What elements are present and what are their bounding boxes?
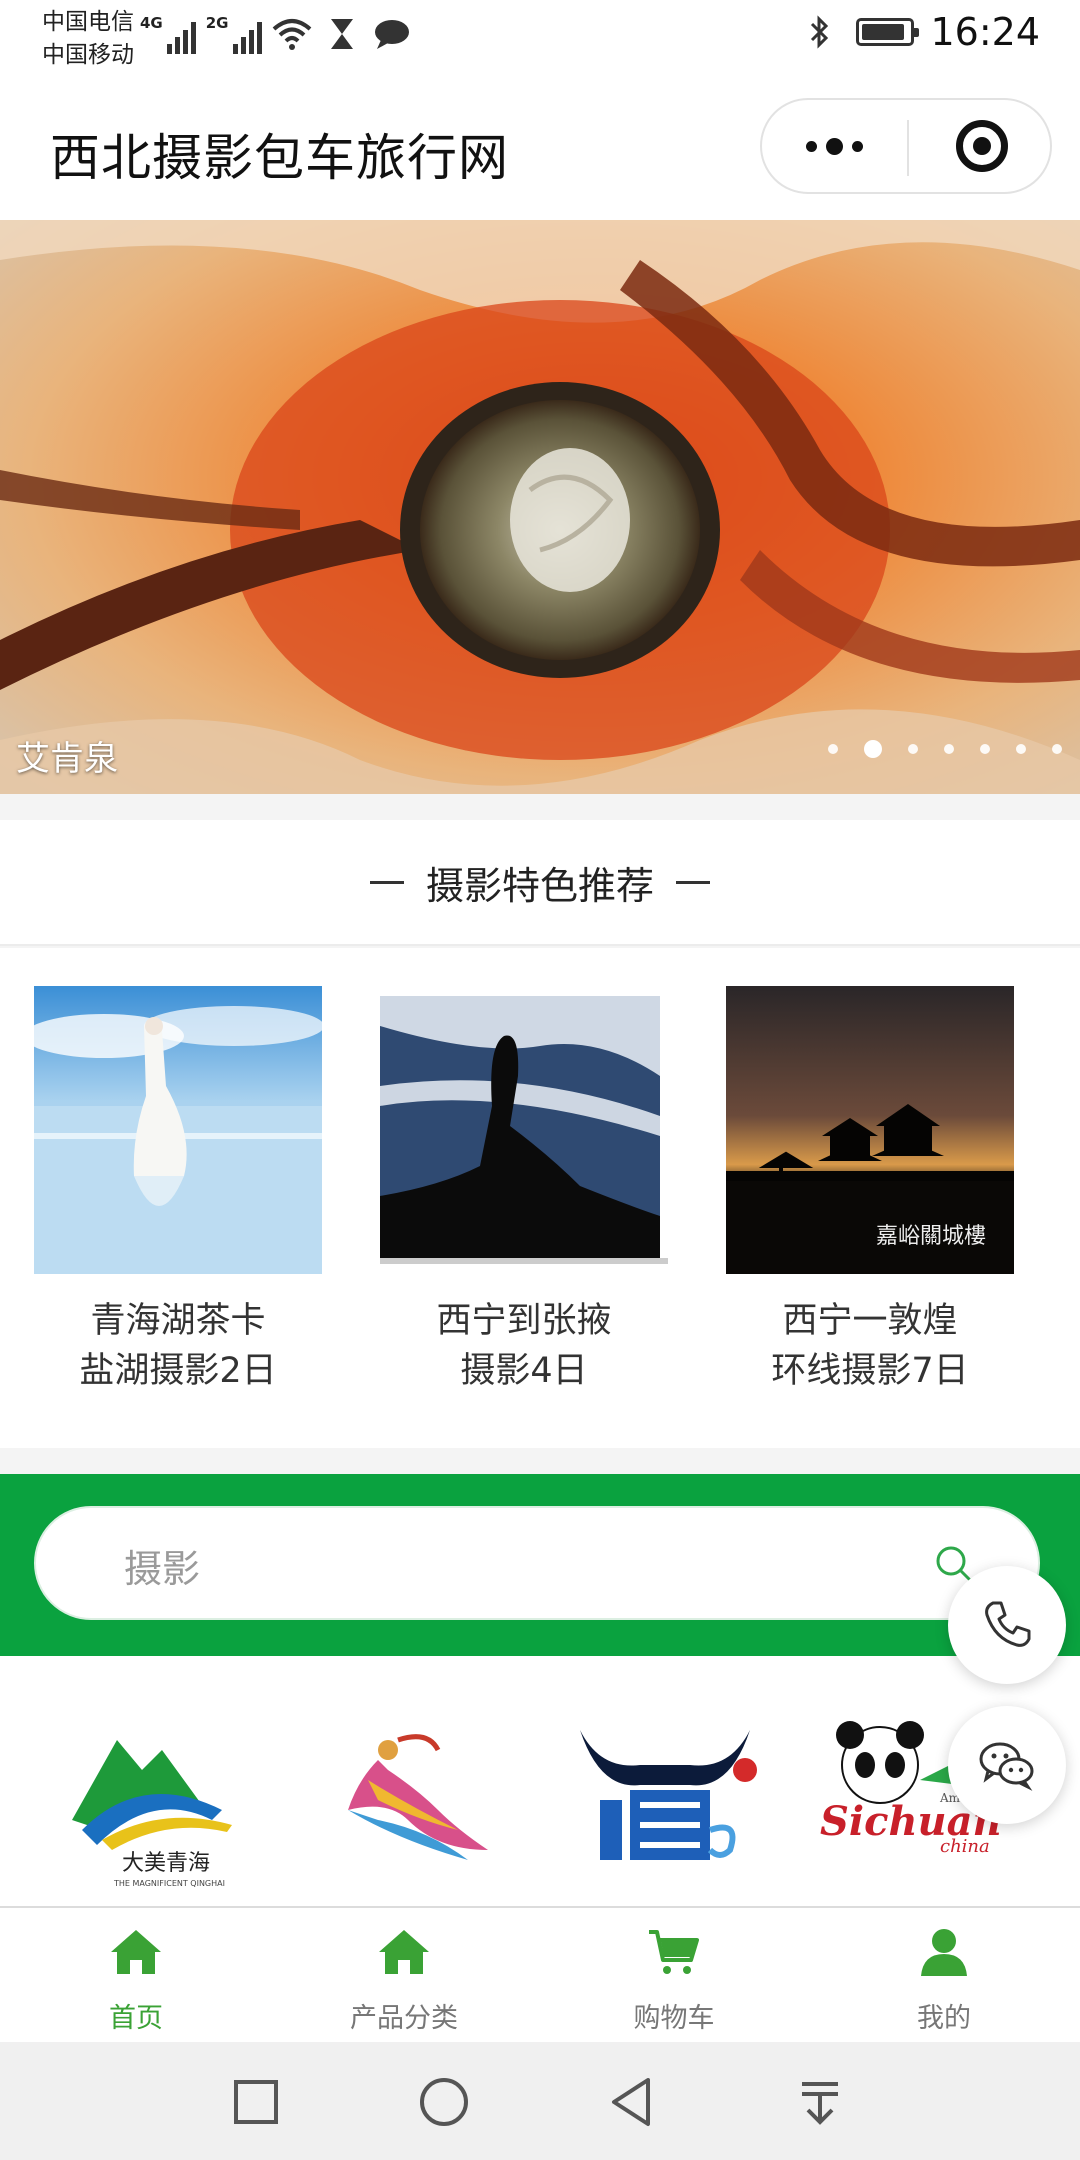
navigation-bar: 西北摄影包车旅行网 xyxy=(0,80,1080,220)
header-dash-left xyxy=(369,880,404,884)
more-dots-icon xyxy=(806,140,817,152)
carrier-1: 中国电信 xyxy=(42,9,134,35)
app-screen: 中国电信 中国移动 4G 2G 16:24 西北摄影包车旅行网 艾肯泉 摄影特色… xyxy=(0,0,1080,2160)
phone-call-button[interactable] xyxy=(948,1566,1066,1684)
page-title: 西北摄影包车旅行网 xyxy=(50,129,509,187)
tibet-logo[interactable] xyxy=(570,1710,760,1890)
logo-text-qinghai: 大美青海 xyxy=(122,1851,210,1876)
close-button[interactable] xyxy=(909,100,1054,192)
dunhuang-logo[interactable] xyxy=(318,1710,508,1890)
user-icon xyxy=(921,1929,967,1976)
wechat-icon xyxy=(979,1742,1034,1791)
tab-bar: 首页 产品分类 购物车 我的 xyxy=(0,1906,1080,2042)
signal-group: 4G 2G xyxy=(140,14,412,54)
product-name: 青海湖茶卡 盐湖摄影2日 xyxy=(34,1296,322,1396)
system-navigation-bar xyxy=(0,2042,1080,2160)
carousel-dot-active xyxy=(864,740,882,758)
banner-carousel[interactable]: 艾肯泉 xyxy=(0,220,1080,794)
tab-home[interactable]: 首页 xyxy=(36,1926,236,2035)
product-card[interactable]: 青海湖茶卡 盐湖摄影2日 xyxy=(34,986,322,1396)
carousel-dot xyxy=(908,744,918,754)
product-name: 西宁一敦煌 环线摄影7日 xyxy=(726,1296,1014,1396)
phone-icon xyxy=(985,1601,1031,1647)
carousel-dot xyxy=(980,744,990,754)
product-name-line1: 西宁到张掖 xyxy=(436,1301,612,1341)
tab-cart[interactable]: 购物车 xyxy=(574,1926,774,2035)
signal-bars-1-icon xyxy=(166,20,196,54)
carrier-info: 中国电信 中国移动 xyxy=(42,6,134,72)
product-image xyxy=(380,986,668,1274)
product-name: 西宁到张掖 摄影4日 xyxy=(380,1296,668,1396)
tab-profile[interactable]: 我的 xyxy=(844,1926,1044,2035)
tab-label: 我的 xyxy=(917,2003,971,2034)
product-card[interactable]: 嘉峪關城樓 西宁一敦煌 环线摄影7日 xyxy=(726,986,1014,1396)
carrier-2: 中国移动 xyxy=(42,42,134,68)
product-name-line1: 西宁一敦煌 xyxy=(782,1301,958,1341)
notification-pulldown-icon[interactable] xyxy=(792,2074,848,2130)
network-type-2: 2G xyxy=(205,14,229,32)
network-type-1: 4G xyxy=(140,14,163,32)
product-name-line1: 青海湖茶卡 xyxy=(90,1301,266,1341)
logo-text-qinghai-en: THE MAGNIFICENT QINGHAI xyxy=(113,1879,225,1888)
signal-bars-2-icon xyxy=(232,20,262,54)
product-name-line2: 环线摄影7日 xyxy=(771,1351,969,1391)
miniprogram-capsule xyxy=(760,98,1052,194)
carousel-dot xyxy=(1052,744,1062,754)
carousel-indicator xyxy=(828,740,1062,758)
search-placeholder: 摄影 xyxy=(124,1547,201,1591)
hourglass-icon xyxy=(322,14,362,54)
search-band: 摄影 xyxy=(0,1474,1080,1656)
tab-categories[interactable]: 产品分类 xyxy=(304,1926,504,2035)
image-overlay-text: 嘉峪關城樓 xyxy=(875,1224,986,1249)
home-icon xyxy=(379,1930,429,1974)
recent-apps-icon[interactable] xyxy=(228,2074,284,2130)
carousel-dot xyxy=(944,744,954,754)
home-circle-icon[interactable] xyxy=(416,2074,472,2130)
carousel-dot xyxy=(828,744,838,754)
home-icon xyxy=(111,1930,161,1974)
destination-logos: 大美青海 THE MAGNIFICENT QINGHAI Sichuan chi… xyxy=(0,1656,1080,1906)
more-dots-icon-right xyxy=(852,140,863,152)
product-name-line2: 摄影4日 xyxy=(460,1351,588,1391)
tab-label: 产品分类 xyxy=(350,2003,458,2034)
back-triangle-icon[interactable] xyxy=(604,2074,660,2130)
more-button[interactable] xyxy=(762,100,907,192)
search-icon[interactable] xyxy=(934,1544,974,1584)
status-bar: 中国电信 中国移动 4G 2G 16:24 xyxy=(0,0,1080,80)
tab-label: 首页 xyxy=(109,2003,163,2034)
banner-image xyxy=(0,220,1080,794)
target-close-icon xyxy=(955,120,1008,172)
product-image: 嘉峪關城樓 xyxy=(726,986,1014,1274)
carousel-dot xyxy=(1016,744,1026,754)
status-right: 16:24 xyxy=(800,10,1040,54)
product-card[interactable]: 西宁到张掖 摄影4日 xyxy=(380,986,668,1396)
logo-text-china: china xyxy=(940,1836,990,1857)
tab-label: 购物车 xyxy=(633,2003,715,2034)
qinghai-logo[interactable]: 大美青海 THE MAGNIFICENT QINGHAI xyxy=(62,1710,252,1890)
product-list: 青海湖茶卡 盐湖摄影2日 西宁到张掖 摄影4日 嘉峪關城樓 西宁一敦煌 环线摄影… xyxy=(0,948,1080,1448)
more-dots-icon-center xyxy=(826,137,843,155)
search-input[interactable]: 摄影 xyxy=(34,1506,1040,1620)
section-title: 摄影特色推荐 xyxy=(425,863,654,908)
clock: 16:24 xyxy=(930,10,1040,54)
product-name-line2: 盐湖摄影2日 xyxy=(79,1351,277,1391)
bluetooth-icon xyxy=(800,12,840,52)
battery-icon xyxy=(856,18,920,46)
cart-icon xyxy=(649,1930,699,1974)
banner-caption: 艾肯泉 xyxy=(16,739,118,779)
header-dash-right xyxy=(676,880,710,884)
wechat-contact-button[interactable] xyxy=(948,1706,1066,1824)
wifi-icon xyxy=(272,14,312,54)
product-image xyxy=(34,986,322,1274)
message-bubble-icon xyxy=(372,14,412,54)
section-header: 摄影特色推荐 xyxy=(0,820,1080,946)
